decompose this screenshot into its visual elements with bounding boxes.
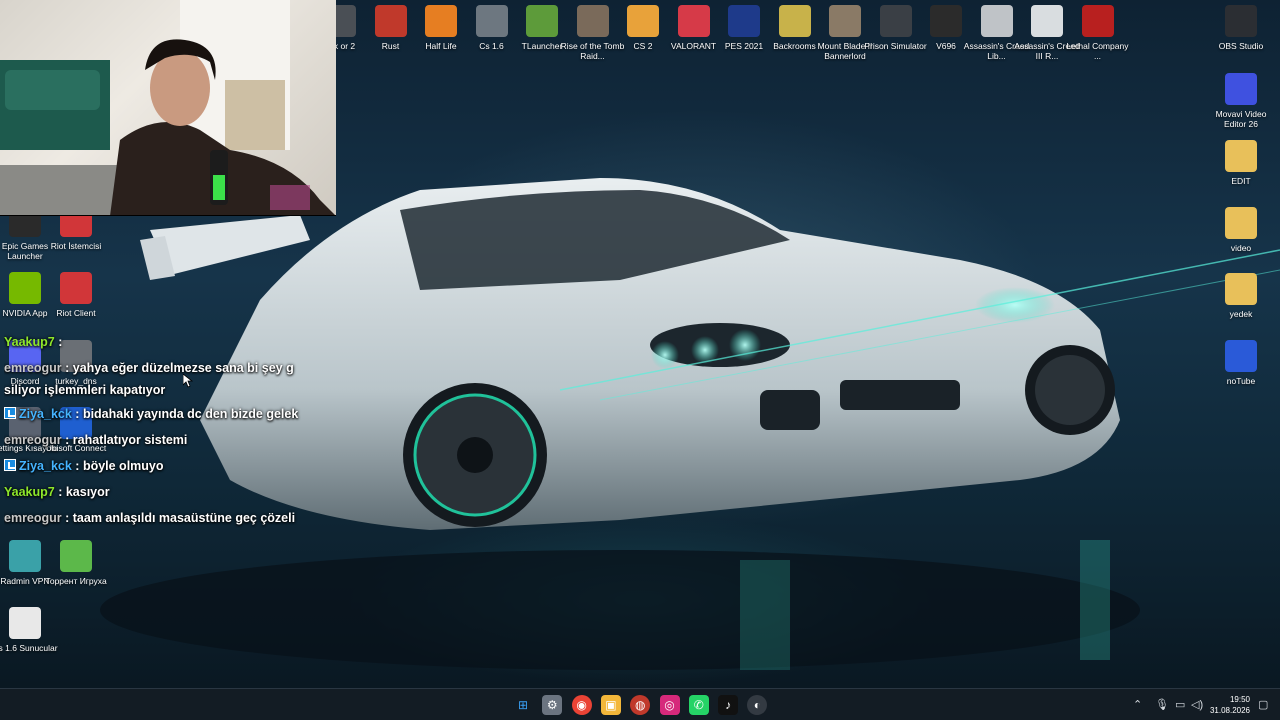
desktop-icon-label: yedek [1229, 309, 1253, 319]
desktop-icon[interactable]: noTube [1206, 340, 1276, 386]
webcam-overlay [0, 0, 336, 216]
chrome-file-icon [9, 607, 41, 639]
assassins-creed-icon [1031, 5, 1063, 37]
folder-icon [1225, 140, 1257, 172]
counter-strike-2-icon [627, 5, 659, 37]
rust-icon [374, 5, 407, 37]
desktop-icon-label: Movavi Video Editor 26 [1215, 109, 1267, 129]
settings-gear-icon[interactable]: ⚙ [542, 695, 563, 715]
desktop-icon[interactable]: video [1206, 207, 1276, 253]
radmin-vpn-icon [9, 540, 41, 572]
horse-icon [829, 5, 861, 37]
desktop-icon-label: Торрент Игруха [45, 576, 107, 586]
desktop-icon-label: EDIT [1231, 176, 1251, 186]
chat-message: Ziya_kck : böyle olmuyo [4, 454, 324, 480]
pes-icon [728, 5, 760, 37]
system-clock[interactable]: 19:50 31.08.2026 [1200, 694, 1250, 716]
chat-message: Ziya_kck : bidahaki yayında dc den bizde… [4, 402, 324, 428]
chat-username: emreogur [4, 433, 62, 447]
chat-text: yahya eğer düzelmezse sana bi şey g [72, 361, 294, 375]
chat-separator: : [61, 361, 73, 375]
desktop-icon[interactable]: Lethal Company ... [1063, 5, 1133, 61]
taskbar: ⊞ ⚙ ◉ ▣ ◍ ◎ ✆ ♪ ◐ ⌃ 🎙︎ ▭ ◁) 19:50 31.08.2026 ▢ [0, 688, 1280, 720]
counter-strike-icon [475, 5, 508, 37]
backrooms-icon [778, 5, 811, 37]
chat-message: siliyor işlemmleri kapatıyor [4, 382, 324, 402]
desktop-icon-label: OBS Studio [1218, 41, 1264, 51]
desktop-icon[interactable]: Cs 1.6 Sunucular [0, 607, 60, 653]
chat-message: Yaakup7 : [4, 330, 324, 356]
half-life-icon [425, 5, 457, 37]
chat-separator: : [61, 433, 73, 447]
microphone-icon[interactable]: 🎙︎ [1155, 698, 1169, 711]
obs-taskbar-icon[interactable]: ◐ [747, 695, 768, 715]
whatsapp-icon[interactable]: ✆ [688, 695, 709, 715]
chat-separator: : [71, 459, 83, 473]
handcuffs-icon [879, 5, 912, 37]
chat-separator: : [71, 407, 83, 421]
folder-icon [1225, 207, 1257, 239]
chrome-icon[interactable]: ◉ [571, 695, 592, 715]
desktop-icon-label: Lethal Company ... [1066, 41, 1129, 61]
chat-message: emreogur : rahatlatıyor sistemi [4, 428, 324, 454]
desktop-icon[interactable]: Movavi Video Editor 26 [1206, 73, 1276, 129]
desktop-icon[interactable]: OBS Studio [1206, 5, 1276, 51]
network-icon[interactable]: ▭ [1175, 698, 1185, 711]
chat-message: emreogur : taam anlaşıldı masaüstüne geç… [4, 506, 324, 532]
chat-text: kasıyor [65, 485, 110, 499]
stream-chat-overlay: Yaakup7 : emreogur : yahya eğer düzelmez… [4, 330, 324, 532]
desktop-icon[interactable]: Торрент Игруха [41, 540, 111, 586]
movavi-icon [1225, 73, 1257, 105]
chevron-up-icon[interactable]: ⌃ [1133, 698, 1142, 711]
chat-username: Yaakup7 [4, 335, 55, 349]
chat-text: rahatlatıyor sistemi [72, 433, 188, 447]
instagram-icon[interactable]: ◎ [659, 695, 680, 715]
chat-text: bidahaki yayında dc den bizde gelek [82, 407, 299, 421]
chat-message: Yaakup7 : kasıyor [4, 480, 324, 506]
desktop-icon-label: Cs 1.6 Sunucular [0, 643, 58, 653]
desktop-icon[interactable]: EDIT [1206, 140, 1276, 186]
platform-badge-icon [4, 407, 16, 419]
chat-message: emreogur : yahya eğer düzelmezse sana bi… [4, 356, 324, 382]
chat-text: taam anlaşıldı masaüstüne geç çözeli [72, 511, 296, 525]
chat-separator: : [61, 511, 73, 525]
chat-username: Ziya_kck [19, 407, 72, 421]
chat-separator: : [54, 335, 63, 349]
chat-username: emreogur [4, 511, 62, 525]
chat-username: Yaakup7 [4, 485, 55, 499]
chat-username: emreogur [4, 361, 62, 375]
notube-icon [1225, 340, 1257, 372]
microsoft-store-icon[interactable]: ▣ [600, 695, 621, 715]
desktop-icon-label: video [1230, 243, 1252, 253]
folder-icon [1225, 273, 1257, 305]
chat-separator: : [54, 485, 66, 499]
desktop-icon-label: Riot İstemcisi [50, 241, 102, 251]
assassins-creed-icon [980, 5, 1013, 37]
minecraft-icon [526, 5, 558, 37]
chat-text: siliyor işlemmleri kapatıyor [4, 383, 166, 397]
clock-date: 31.08.2026 [1209, 706, 1250, 715]
desktop-icon[interactable]: Riot Client [41, 272, 111, 318]
obs-icon [1225, 5, 1257, 37]
webcam-feed-image [0, 0, 335, 215]
clock-time: 19:50 [1229, 695, 1250, 704]
nvidia-icon [9, 272, 41, 304]
lethal-company-icon [1081, 5, 1114, 37]
desktop-icon[interactable]: yedek [1206, 273, 1276, 319]
platform-badge-icon [4, 459, 16, 471]
dragon-icon [930, 5, 962, 37]
riot-icon [60, 272, 92, 304]
valorant-icon [677, 5, 710, 37]
torrent-icon [60, 540, 92, 572]
notification-icon[interactable]: ▢ [1258, 698, 1268, 711]
chat-username: Ziya_kck [19, 459, 72, 473]
desktop-icon-label: Riot Client [56, 308, 96, 318]
windows-start-icon[interactable]: ⊞ [513, 695, 533, 715]
tomb-raider-icon [576, 5, 609, 37]
tiktok-icon[interactable]: ♪ [718, 695, 739, 715]
chat-text: böyle olmuyo [82, 459, 164, 473]
desktop-icon-label: noTube [1226, 376, 1256, 386]
obs-red-icon[interactable]: ◍ [630, 695, 651, 715]
